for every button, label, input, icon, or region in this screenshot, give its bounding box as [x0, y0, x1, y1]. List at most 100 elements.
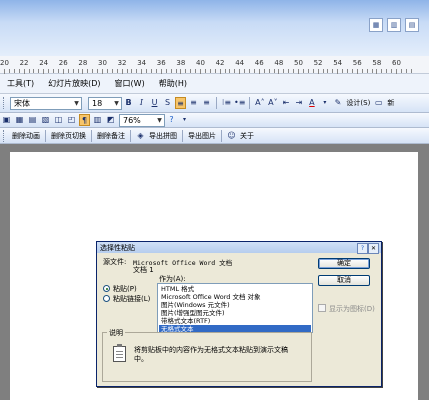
ruler-number: 36	[156, 59, 166, 67]
insert-diagram-icon[interactable]: ◰	[66, 114, 77, 126]
grid-lines-icon[interactable]: ▥	[92, 114, 103, 126]
ruler-tick	[97, 69, 99, 73]
align-right-icon[interactable]: ≡	[201, 97, 212, 109]
paste-link-radio[interactable]	[103, 295, 110, 302]
ruler-tick	[111, 69, 113, 73]
ruler-tick	[347, 69, 348, 73]
chevron-down-icon[interactable]: ▾	[179, 114, 190, 126]
increase-indent-icon[interactable]: ⇥	[293, 97, 304, 109]
align-left-icon[interactable]: ≡	[175, 97, 186, 109]
insert-chart-icon[interactable]: ▤	[27, 114, 38, 126]
list-item[interactable]: 图片(增强型图元文件)	[159, 309, 311, 317]
about-button[interactable]: 关于	[238, 131, 256, 141]
ruler-number: 28	[78, 59, 88, 67]
list-item[interactable]: 图片(Windows 元文件)	[159, 301, 311, 309]
align-center-icon[interactable]: ≡	[188, 97, 199, 109]
ruler-tick	[229, 69, 231, 73]
ruler-tick	[288, 69, 290, 73]
font-color-icon[interactable]: A	[306, 97, 317, 109]
list-item[interactable]: HTML 格式	[159, 285, 311, 293]
ruler-tick	[38, 69, 40, 73]
ruler-tick	[92, 69, 94, 73]
cancel-button[interactable]: 取消	[318, 275, 370, 286]
font-name-combo[interactable]: 宋体 ▼	[10, 96, 82, 110]
zoom-combo[interactable]: 76% ▼	[119, 113, 165, 127]
font-size-combo[interactable]: 18 ▼	[88, 96, 122, 110]
menu-window[interactable]: 窗口(W)	[108, 78, 152, 89]
slide-sorter-icon[interactable]: ▦	[369, 18, 383, 32]
shadow-button[interactable]: S	[162, 97, 173, 109]
numbering-icon[interactable]: ⁝≡	[221, 97, 232, 109]
ruler-tick	[410, 69, 412, 73]
insert-table-icon[interactable]: ▦	[14, 114, 25, 126]
show-formatting-icon[interactable]: ¶	[79, 114, 90, 126]
italic-button[interactable]: I	[136, 97, 147, 109]
export-puzzle-button[interactable]: 导出拼图	[147, 131, 179, 141]
ruler-tick	[332, 69, 334, 73]
delete-animation-button[interactable]: 删除动画	[10, 131, 42, 141]
ruler-tick	[293, 69, 295, 73]
ruler-tick	[312, 69, 314, 73]
paste-as-list[interactable]: HTML 格式 Microsoft Office Word 文档 对象 图片(W…	[157, 283, 313, 333]
ruler-number: 22	[19, 59, 29, 67]
help-icon[interactable]: ?	[357, 243, 368, 254]
ruler-tick	[146, 69, 148, 73]
insert-clipart-icon[interactable]: ◫	[53, 114, 64, 126]
toolbar-grip[interactable]	[3, 97, 7, 109]
close-icon[interactable]: ✕	[368, 243, 379, 254]
paste-link-radio-label[interactable]: 粘贴链接(L)	[113, 294, 150, 304]
bullets-icon[interactable]: •≡	[234, 97, 245, 109]
ruler-tick	[351, 69, 353, 73]
ruler-tick	[366, 69, 368, 73]
grayscale-icon[interactable]: ◩	[105, 114, 116, 126]
increase-font-icon[interactable]: A˄	[254, 97, 265, 109]
toolbar-grip[interactable]	[3, 129, 7, 142]
ruler-number: 42	[215, 59, 225, 67]
ruler-tick	[155, 69, 157, 73]
ruler-tick	[53, 69, 54, 73]
explain-text-line-1: 将剪贴板中的内容作为无格式文本粘贴到演示文稿	[134, 346, 288, 354]
bold-button[interactable]: B	[123, 97, 134, 109]
ruler-tick	[106, 69, 108, 73]
design-button[interactable]: 设计(S)	[344, 98, 372, 108]
dialog-title-bar[interactable]: 选择性粘贴 ? ✕	[97, 242, 381, 254]
new-slide-icon: ▭	[375, 98, 383, 107]
ruler-number: 50	[294, 59, 303, 67]
ruler-tick	[190, 69, 192, 73]
underline-button[interactable]: U	[149, 97, 160, 109]
ruler-tick	[268, 69, 270, 73]
menu-tools[interactable]: 工具(T)	[0, 78, 41, 89]
ruler-tick	[151, 69, 152, 73]
list-item[interactable]: 带格式文本(RTF)	[159, 317, 311, 325]
list-item[interactable]: Microsoft Office Word 文档 对象	[159, 293, 311, 301]
ruler-tick	[48, 69, 50, 73]
export-picture-button[interactable]: 导出图片	[186, 131, 218, 141]
ruler-number: 40	[196, 59, 205, 67]
paste-special-dialog: 选择性粘贴 ? ✕ 源文件: Microsoft Office Word 文档 …	[96, 241, 382, 387]
decrease-indent-icon[interactable]: ⇤	[280, 97, 291, 109]
chevron-down-icon[interactable]: ▾	[319, 97, 330, 109]
ruler-tick	[131, 69, 133, 73]
normal-view-icon[interactable]: ▥	[387, 18, 401, 32]
menu-slideshow[interactable]: 幻灯片放映(D)	[41, 78, 107, 89]
textbox-icon[interactable]: ▣	[1, 114, 12, 126]
ruler-tick	[386, 69, 388, 73]
ruler-tick	[57, 69, 59, 73]
menu-help[interactable]: 帮助(H)	[152, 78, 194, 89]
delete-notes-button[interactable]: 删除备注	[95, 131, 127, 141]
grid-icon[interactable]: ▤	[405, 18, 419, 32]
display-as-icon-checkbox[interactable]	[318, 304, 326, 312]
ok-button[interactable]: 确定	[318, 258, 370, 269]
formatting-toolbar: 宋体 ▼ 18 ▼ B I U S ≡ ≡ ≡ ⁝≡ •≡ A˄ A˅ ⇤ ⇥ …	[0, 94, 429, 113]
decrease-font-icon[interactable]: A˅	[267, 97, 278, 109]
help-icon[interactable]: ?	[166, 114, 177, 126]
delete-transition-button[interactable]: 删除页切换	[49, 131, 88, 141]
new-slide-button[interactable]: 新	[385, 98, 396, 108]
ruler-tick	[175, 69, 177, 73]
chevron-down-icon: ▼	[74, 99, 79, 107]
paste-radio[interactable]	[103, 285, 110, 292]
insert-picture-icon[interactable]: ▧	[40, 114, 51, 126]
ruler-tick	[253, 69, 255, 73]
ruler-tick	[116, 69, 118, 73]
paste-radio-label[interactable]: 粘贴(P)	[113, 284, 137, 294]
